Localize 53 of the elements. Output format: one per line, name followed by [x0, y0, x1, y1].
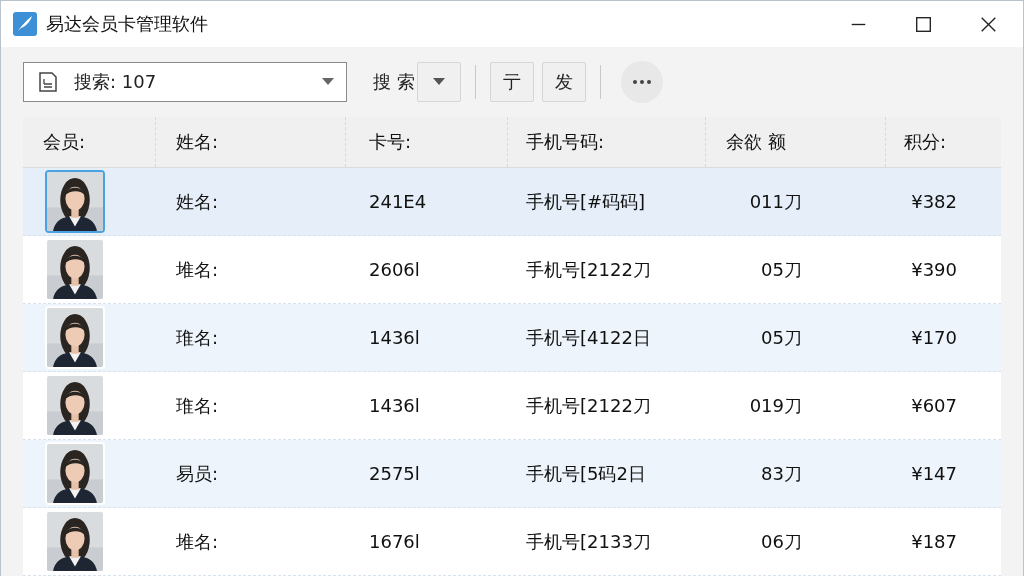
app-logo-icon: [13, 12, 37, 36]
balance: 05刀: [761, 325, 802, 350]
member-name: 易员:: [176, 461, 219, 486]
column-header[interactable]: 手机号码:: [526, 130, 605, 154]
close-icon[interactable]: [980, 15, 997, 33]
search-button[interactable]: 搜 索: [371, 62, 417, 102]
card-number: 1676l: [369, 531, 420, 552]
search-dropdown[interactable]: 搜索: 107: [23, 62, 347, 102]
column-header[interactable]: 余欲 额: [726, 130, 786, 154]
points: ¥382: [911, 191, 957, 212]
points: ¥147: [911, 463, 957, 484]
points: ¥607: [911, 395, 957, 416]
card-number: 2575l: [369, 463, 420, 484]
card-number: 1436l: [369, 327, 420, 348]
balance: 019刀: [749, 393, 802, 418]
caret-icon: [322, 78, 334, 86]
card-number: 2606l: [369, 259, 420, 280]
points: ¥187: [911, 531, 957, 552]
member-name: 琟名:: [176, 325, 219, 350]
column-header[interactable]: 姓名:: [176, 130, 219, 154]
phone-number: 手机号[4122日: [526, 325, 651, 350]
table-row[interactable]: 琟名: 1436l 手机号[4122日 05刀 ¥170: [23, 304, 1001, 372]
caret-icon: [432, 78, 445, 86]
more-icon: [632, 80, 651, 84]
column-header[interactable]: 积分:: [904, 130, 947, 154]
card-icon: [36, 70, 60, 94]
phone-number: 手机号[#码码]: [526, 189, 646, 214]
phone-number: 手机号[2122刀: [526, 393, 651, 418]
phone-number: 手机号[2133刀: [526, 529, 651, 554]
maximize-icon[interactable]: [915, 15, 932, 33]
points: ¥170: [911, 327, 957, 348]
member-name: 姓名:: [176, 189, 219, 214]
card-number: 1436l: [369, 395, 420, 416]
search-value: 搜索: 107: [74, 70, 157, 94]
balance: 83刀: [761, 461, 802, 486]
table-row[interactable]: 易员: 2575l 手机号[5码2日 83刀 ¥147: [23, 440, 1001, 508]
column-header[interactable]: 会员:: [43, 130, 86, 154]
toolbar-button[interactable]: 亍: [489, 62, 534, 102]
dropdown-button[interactable]: [416, 62, 461, 102]
card-number: 241E4: [369, 191, 427, 212]
window-title: 易达会员卡管理软件: [46, 12, 208, 36]
balance: 011刀: [749, 189, 802, 214]
member-name: 堆名:: [176, 529, 219, 554]
toolbar-button[interactable]: 发: [541, 62, 586, 102]
table-row[interactable]: 姓名: 241E4 手机号[#码码] 011刀 ¥382: [23, 168, 1001, 236]
column-header[interactable]: 卡号:: [369, 130, 412, 154]
balance: 06刀: [761, 529, 802, 554]
balance: 05刀: [761, 257, 802, 282]
phone-number: 手机号[2122刀: [526, 257, 651, 282]
member-name: 琟名:: [176, 393, 219, 418]
phone-number: 手机号[5码2日: [526, 461, 646, 486]
member-name: 堆名:: [176, 257, 219, 282]
points: ¥390: [911, 259, 957, 280]
